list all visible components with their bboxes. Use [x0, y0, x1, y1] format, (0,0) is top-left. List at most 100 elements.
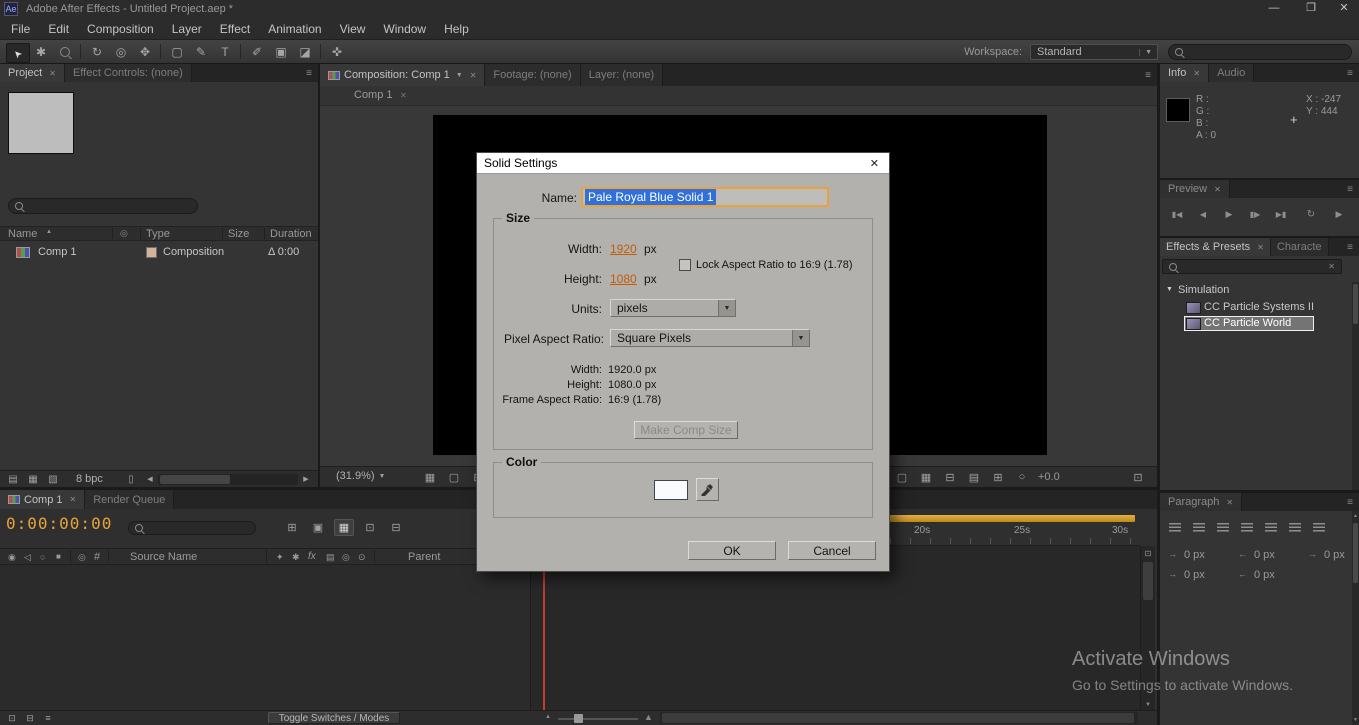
tab-close-icon[interactable]: ✕	[1193, 69, 1200, 78]
label-color-swatch[interactable]	[146, 247, 157, 258]
tree-expanded-icon[interactable]: ▼	[1166, 286, 1173, 293]
align-right-button[interactable]	[1214, 520, 1232, 536]
minimize-button[interactable]: —	[1256, 0, 1292, 18]
tab-close-icon[interactable]: ✕	[1214, 185, 1221, 194]
vertical-scrollbar[interactable]	[1352, 282, 1359, 490]
last-frame-button[interactable]: ▶▮	[1270, 206, 1292, 222]
panel-menu-icon[interactable]: ≡	[1341, 238, 1359, 256]
horizontal-scrollbar[interactable]	[158, 474, 298, 485]
channel-icon[interactable]: ▢	[892, 469, 912, 485]
label-column-icon[interactable]: ◎	[120, 228, 128, 239]
tab-close-icon[interactable]: ✕	[1226, 498, 1233, 507]
fast-previews-icon[interactable]: ⊟	[940, 469, 960, 485]
scroll-down-icon[interactable]: ▼	[1352, 717, 1359, 723]
rotation-tool[interactable]: ↻	[86, 43, 108, 61]
vertical-scrollbar[interactable]: ▲ ▼	[1352, 511, 1359, 725]
tab-audio[interactable]: Audio	[1209, 64, 1255, 82]
draft-3d-icon[interactable]: ▣	[308, 519, 328, 536]
menu-animation[interactable]: Animation	[259, 22, 330, 36]
current-time-display[interactable]: 0:00:00:00	[6, 514, 112, 533]
pixel-aspect-ratio-dropdown[interactable]: Square Pixels ▼	[610, 329, 810, 347]
close-button[interactable]: ✕	[1330, 0, 1358, 18]
selection-tool[interactable]: ➤	[6, 43, 30, 63]
first-line-indent-value[interactable]: 0 px	[1184, 569, 1205, 581]
pan-behind-tool[interactable]: ✥	[134, 43, 156, 61]
panel-menu-icon[interactable]: ≡	[1139, 64, 1157, 86]
lock-aspect-label[interactable]: Lock Aspect Ratio to 16:9 (1.78)	[696, 259, 853, 271]
subtab-close-icon[interactable]: ✕	[400, 91, 407, 100]
menu-layer[interactable]: Layer	[163, 22, 211, 36]
workspace-search-input[interactable]	[1168, 44, 1352, 60]
menu-effect[interactable]: Effect	[211, 22, 259, 36]
grid-guides-icon[interactable]: ▦	[420, 469, 440, 485]
solid-name-input[interactable]: Pale Royal Blue Solid 1	[581, 187, 829, 207]
panel-menu-icon[interactable]: ≡	[1341, 180, 1359, 198]
menu-file[interactable]: File	[2, 22, 39, 36]
justify-all-button[interactable]	[1310, 520, 1328, 536]
source-name-column[interactable]: Source Name	[130, 551, 197, 563]
project-row-comp1[interactable]: Comp 1 Composition Δ 0:00	[0, 244, 318, 261]
scrollbar-thumb[interactable]	[1143, 562, 1153, 600]
width-value[interactable]: 1920	[610, 242, 637, 256]
tab-effect-controls[interactable]: Effect Controls: (none)	[64, 64, 192, 82]
space-before-value[interactable]: 0 px	[1324, 549, 1345, 561]
scroll-down-icon[interactable]: ▼	[1141, 702, 1155, 708]
make-comp-size-button[interactable]: Make Comp Size	[634, 421, 738, 439]
align-center-button[interactable]	[1190, 520, 1208, 536]
units-dropdown[interactable]: pixels ▼	[610, 299, 736, 317]
panel-menu-icon[interactable]: ≡	[1341, 493, 1359, 511]
frame-blending-icon[interactable]: ⊡	[360, 519, 380, 536]
next-frame-button[interactable]: ▮▶	[1244, 206, 1266, 222]
menu-composition[interactable]: Composition	[78, 22, 163, 36]
exposure-value[interactable]: +0.0	[1038, 471, 1060, 483]
chevron-down-icon[interactable]: ▼	[456, 72, 463, 79]
magnification-dropdown[interactable]: (31.9%) ▼	[336, 470, 385, 482]
lock-aspect-checkbox[interactable]	[679, 259, 691, 271]
type-tool[interactable]: T	[214, 43, 236, 61]
trash-icon[interactable]: ▯	[122, 472, 140, 486]
tab-timeline-comp1[interactable]: Comp 1 ✕	[0, 490, 86, 509]
brush-tool[interactable]: ✐	[246, 43, 268, 61]
space-after-value[interactable]: 0 px	[1254, 569, 1275, 581]
dialog-close-button[interactable]: ✕	[867, 157, 882, 170]
scroll-left-icon[interactable]: ◀	[144, 472, 156, 486]
effect-item[interactable]: CC Particle Systems II	[1160, 300, 1352, 315]
zoom-tool[interactable]	[54, 43, 76, 61]
zoom-in-icon[interactable]: ▲	[644, 712, 653, 722]
tab-close-icon[interactable]: ✕	[49, 69, 56, 78]
timeline-search-input[interactable]	[128, 521, 256, 535]
eyedropper-button[interactable]	[696, 478, 719, 501]
menu-help[interactable]: Help	[435, 22, 478, 36]
tab-layer[interactable]: Layer: (none)	[580, 64, 664, 86]
expand-in-out-icon[interactable]: ≡	[40, 712, 56, 724]
height-value[interactable]: 1080	[610, 272, 637, 286]
tab-close-icon[interactable]: ✕	[470, 71, 477, 80]
new-composition-icon[interactable]: ▧	[44, 472, 62, 486]
color-swatch[interactable]	[654, 480, 688, 500]
indent-left-value[interactable]: 0 px	[1184, 549, 1205, 561]
tab-close-icon[interactable]: ✕	[70, 495, 77, 504]
panel-menu-icon[interactable]: ≡	[300, 64, 318, 82]
layer-list-area[interactable]	[0, 565, 530, 710]
ok-button[interactable]: OK	[688, 541, 776, 560]
expand-transfer-controls-icon[interactable]: ⊟	[22, 712, 38, 724]
column-name[interactable]: Name	[8, 228, 37, 240]
parent-column[interactable]: Parent	[408, 551, 440, 563]
column-size[interactable]: Size	[228, 228, 249, 240]
expand-layer-switches-icon[interactable]: ⊡	[4, 712, 20, 724]
tab-paragraph[interactable]: Paragraph ✕	[1160, 493, 1243, 511]
project-search-input[interactable]	[8, 198, 198, 214]
exposure-reset-icon[interactable]: ⊡	[1128, 469, 1148, 485]
motion-blur-icon[interactable]: ⊟	[386, 519, 406, 536]
hide-shy-layers-icon[interactable]: ▦	[334, 519, 354, 536]
eraser-tool[interactable]: ◪	[294, 43, 316, 61]
menu-edit[interactable]: Edit	[39, 22, 78, 36]
scrollbar-thumb[interactable]	[1353, 523, 1358, 583]
tab-footage[interactable]: Footage: (none)	[485, 64, 581, 86]
maximize-button[interactable]: ❐	[1294, 0, 1328, 18]
first-frame-button[interactable]: ▮◀	[1166, 206, 1188, 222]
timecode-icon[interactable]: ○	[1012, 469, 1032, 485]
ram-preview-button[interactable]: ▶	[1328, 206, 1350, 222]
play-button[interactable]: ▶	[1218, 206, 1240, 222]
scrollbar-thumb[interactable]	[160, 475, 230, 484]
